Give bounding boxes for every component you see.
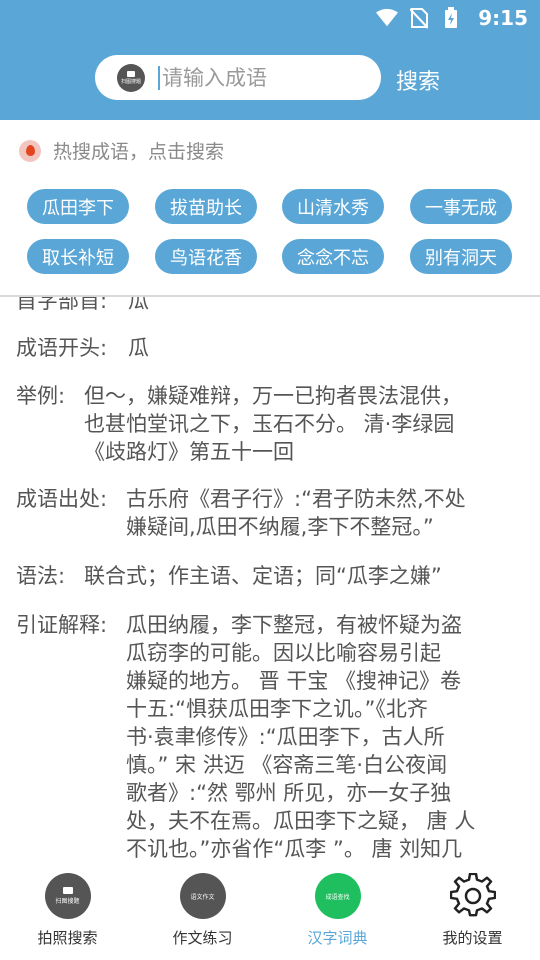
citation-line: 不讥也。”亦省作“瓜李 ”。 唐 刘知几 xyxy=(126,837,463,861)
app-logo-icon[interactable]: 扫图搜题 xyxy=(117,63,145,92)
citation-line: 瓜田纳履，李下整冠，有被怀疑为盗 xyxy=(126,613,462,637)
citation-line: 慎。” 宋 洪迈 《容斋三笔·白公夜闻 xyxy=(126,753,448,777)
citation-line: 处，夫不在焉。瓜田李下之疑， 唐 人 xyxy=(126,809,476,833)
fire-icon xyxy=(19,139,41,162)
nav-item-composition[interactable]: 语文作文 作文练习 xyxy=(135,873,270,948)
bottom-nav: 扫图搜题 拍照搜索 语文作文 作文练习 成语查找 汉字词典 我的设置 xyxy=(0,865,540,960)
nav-item-settings[interactable]: 我的设置 xyxy=(405,873,540,948)
idiom-detail[interactable]: 首字部首: 瓜 成语开头: 瓜 举例: 但～，嫌疑难辩，万一已拘者畏法混供， 也… xyxy=(0,280,540,865)
example-line: 《歧路灯》第五十一回 xyxy=(84,440,294,464)
no-sim-icon xyxy=(408,7,430,29)
hot-chip[interactable]: 鸟语花香 xyxy=(155,239,257,274)
citation-line: 十五:“惧获瓜田李下之讥。”《北齐 xyxy=(126,697,428,721)
search-input[interactable] xyxy=(158,65,348,90)
nav-item-photo-search[interactable]: 扫图搜题 拍照搜索 xyxy=(0,873,135,948)
search-header: 扫图搜题 搜索 xyxy=(0,36,540,120)
hot-chip[interactable]: 瓜田李下 xyxy=(27,189,129,224)
grammar-value: 联合式；作主语、定语；同“瓜李之嫌” xyxy=(84,564,442,588)
example-line: 也甚怕堂讯之下，玉石不分。 清·李绿园 xyxy=(84,412,455,436)
source-line: 古乐府《君子行》:“君子防未然,不处 xyxy=(126,487,466,511)
start-value: 瓜 xyxy=(128,336,149,360)
citation-line: 歌者》:“然 鄂州 所见，亦一女子独 xyxy=(126,781,452,805)
hot-search-panel: 热搜成语，点击搜索 瓜田李下 拔苗助长 山清水秀 一事无成 取长补短 鸟语花香 … xyxy=(0,120,540,297)
status-time: 9:15 xyxy=(478,6,528,30)
nav-item-dictionary[interactable]: 成语查找 汉字词典 xyxy=(270,873,405,948)
search-box[interactable]: 扫图搜题 xyxy=(95,55,381,100)
source-line: 嫌疑间,瓜田不纳履,李下不整冠。” xyxy=(126,515,434,539)
citation-line: 瓜窃李的可能。因以比喻容易引起 xyxy=(126,641,441,665)
nav-icon-text: 成语查找 xyxy=(325,893,350,901)
dictionary-icon: 成语查找 xyxy=(314,873,361,919)
source-label: 成语出处: xyxy=(16,487,108,511)
hot-chip[interactable]: 别有洞天 xyxy=(410,239,512,274)
hot-chip[interactable]: 一事无成 xyxy=(410,189,512,224)
wifi-icon xyxy=(376,7,399,29)
status-bar: 9:15 xyxy=(0,0,540,36)
camera-search-icon: 扫图搜题 xyxy=(44,873,91,919)
nav-label: 拍照搜索 xyxy=(37,929,98,947)
nav-label: 汉字词典 xyxy=(307,929,368,947)
battery-charging-icon xyxy=(440,7,462,29)
search-button[interactable]: 搜索 xyxy=(396,64,440,96)
nav-icon-text: 语文作文 xyxy=(190,893,215,901)
hot-chip[interactable]: 拔苗助长 xyxy=(155,189,257,224)
hot-chip[interactable]: 山清水秀 xyxy=(282,189,384,224)
composition-icon: 语文作文 xyxy=(179,873,226,919)
hot-search-header: 热搜成语，点击搜索 xyxy=(19,137,224,164)
citation-line: 书·袁聿修传》:“瓜田李下，古人所 xyxy=(126,725,445,749)
hot-search-title: 热搜成语，点击搜索 xyxy=(53,141,225,163)
start-label: 成语开头: xyxy=(16,336,108,360)
app-logo-text: 扫图搜题 xyxy=(120,78,141,85)
nav-icon-text: 扫图搜题 xyxy=(55,898,80,905)
example-label: 举例: xyxy=(16,384,66,408)
hot-chip[interactable]: 取长补短 xyxy=(27,239,129,274)
nav-label: 我的设置 xyxy=(442,929,503,947)
citation-label: 引证解释: xyxy=(16,613,108,637)
nav-label: 作文练习 xyxy=(172,929,233,947)
grammar-label: 语法: xyxy=(16,564,66,588)
gear-icon xyxy=(449,873,496,919)
hot-chip[interactable]: 念念不忘 xyxy=(282,239,384,274)
example-line: 但～，嫌疑难辩，万一已拘者畏法混供， xyxy=(84,384,462,408)
citation-line: 嫌疑的地方。 晋 干宝 《搜神记》卷 xyxy=(126,669,462,693)
